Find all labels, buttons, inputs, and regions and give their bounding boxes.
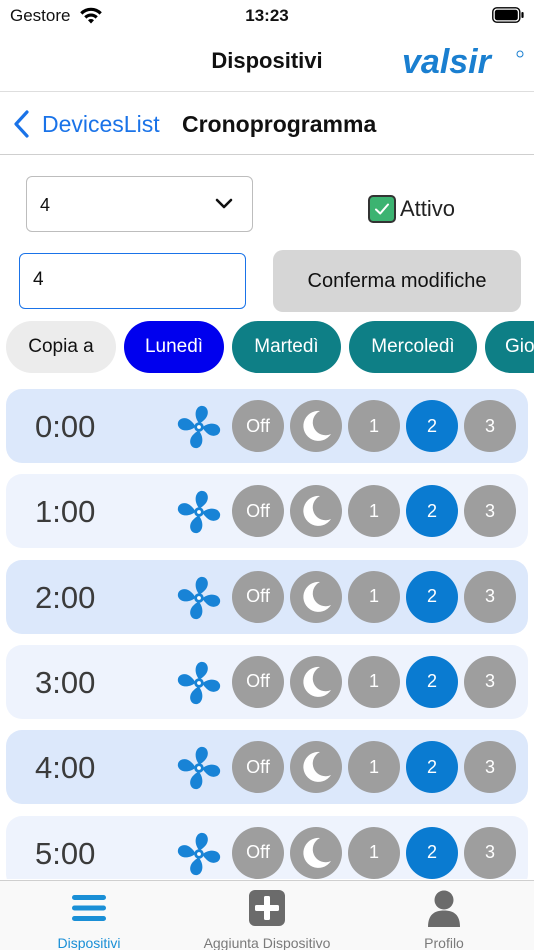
schedule-row: 4:00 Off 1 2 3 [6, 730, 528, 805]
speed-2-button[interactable]: 2 [406, 655, 458, 708]
fan-icon [177, 405, 221, 449]
chevron-left-icon [14, 110, 29, 138]
moon-icon [303, 581, 331, 612]
checkbox-checked-icon [368, 195, 396, 223]
title-bar: Dispositivi valsir [0, 32, 534, 92]
speed-1-button[interactable]: 1 [348, 826, 400, 879]
speed-3-button[interactable]: 3 [464, 570, 516, 623]
speed-3-button[interactable]: 3 [464, 741, 516, 794]
day-tab-monday[interactable]: Lunedì [124, 321, 224, 373]
moon-icon [303, 666, 331, 697]
hour-label: 3:00 [35, 664, 96, 700]
fan-icon [177, 832, 221, 875]
tab-add-device-label: Aggiunta Dispositivo [203, 935, 331, 950]
day-tab-wednesday[interactable]: Mercoledì [349, 321, 477, 373]
tab-devices-label: Dispositivi [57, 935, 121, 950]
speed-3-button[interactable]: 3 [464, 400, 516, 452]
hour-label: 2:00 [35, 579, 96, 615]
off-button[interactable]: Off [232, 570, 284, 623]
tab-profile-label: Profilo [424, 935, 464, 950]
user-icon [428, 890, 460, 927]
fan-icon [177, 576, 221, 619]
active-label: Attivo [400, 196, 456, 221]
speed-3-button[interactable]: 3 [464, 655, 516, 708]
value-input-text: 4 [33, 269, 44, 290]
day-tab-thursday[interactable]: Gio [485, 321, 534, 373]
hour-label: 4:00 [35, 750, 96, 786]
moon-icon [303, 496, 331, 527]
night-mode-button[interactable] [290, 655, 342, 708]
breadcrumb: DevicesList Cronoprogramma [0, 93, 534, 155]
moon-icon [303, 410, 331, 441]
off-button[interactable]: Off [232, 485, 284, 538]
night-mode-button[interactable] [290, 826, 342, 879]
off-button[interactable]: Off [232, 655, 284, 708]
chevron-down-icon [215, 198, 233, 209]
speed-1-button[interactable]: 1 [348, 485, 400, 538]
speed-1-button[interactable]: 1 [348, 741, 400, 794]
speed-2-button[interactable]: 2 [406, 400, 458, 452]
device-select-value: 4 [40, 195, 51, 215]
schedule-row: 2:00 Off 1 2 3 [6, 559, 528, 634]
night-mode-button[interactable] [290, 570, 342, 623]
hour-label: 0:00 [35, 409, 96, 444]
fan-icon [177, 747, 221, 790]
schedule-row: 0:00 Off 1 2 3 [6, 389, 528, 463]
logo-text: valsir [402, 43, 493, 81]
status-time: 13:23 [245, 6, 289, 25]
speed-2-button[interactable]: 2 [406, 570, 458, 623]
speed-1-button[interactable]: 1 [348, 400, 400, 452]
plus-square-icon [249, 890, 285, 926]
day-tab-tuesday[interactable]: Martedì [232, 321, 341, 373]
tab-devices[interactable]: Dispositivi [36, 881, 142, 950]
valsir-logo: valsir [402, 43, 524, 81]
device-select[interactable]: 4 [26, 176, 253, 232]
menu-icon [72, 895, 106, 921]
tab-add-device[interactable]: Aggiunta Dispositivo [192, 881, 342, 950]
schedule-row: 5:00 Off 1 2 3 [6, 815, 528, 879]
battery-icon [492, 7, 524, 23]
tab-bar: Dispositivi Aggiunta Dispositivo Profilo [0, 880, 534, 950]
schedule-list: 0:00 Off 1 2 3 1:00 Off 1 2 3 2:00 Off 1 2 3 3:00 Off 1 2 3… [0, 389, 534, 879]
off-button[interactable]: Off [232, 826, 284, 879]
copy-to-button[interactable]: Copia a [6, 321, 116, 373]
back-label: DevicesList [42, 110, 160, 137]
moon-icon [303, 752, 331, 783]
back-button[interactable]: DevicesList [12, 109, 160, 139]
speed-1-button[interactable]: 1 [348, 655, 400, 708]
status-bar: Gestore 13:23 [0, 0, 534, 32]
off-button[interactable]: Off [232, 400, 284, 452]
fan-icon [177, 491, 221, 534]
section-title: Cronoprogramma [182, 111, 377, 137]
confirm-changes-button[interactable]: Conferma modifiche [273, 250, 521, 312]
speed-2-button[interactable]: 2 [406, 826, 458, 879]
hour-label: 1:00 [35, 494, 96, 530]
hour-label: 5:00 [35, 835, 96, 871]
value-input[interactable]: 4 [19, 253, 246, 309]
moon-icon [303, 837, 331, 868]
speed-1-button[interactable]: 1 [348, 570, 400, 623]
speed-3-button[interactable]: 3 [464, 485, 516, 538]
speed-2-button[interactable]: 2 [406, 485, 458, 538]
night-mode-button[interactable] [290, 485, 342, 538]
speed-3-button[interactable]: 3 [464, 826, 516, 879]
day-selector: Copia a Lunedì Martedì Mercoledì Gio [0, 321, 534, 373]
off-button[interactable]: Off [232, 741, 284, 794]
active-checkbox[interactable]: Attivo [368, 195, 455, 223]
fan-icon [177, 661, 221, 705]
schedule-row: 1:00 Off 1 2 3 [6, 474, 528, 549]
schedule-row: 3:00 Off 1 2 3 [6, 644, 528, 719]
tab-profile[interactable]: Profilo [404, 881, 484, 950]
speed-2-button[interactable]: 2 [406, 741, 458, 794]
night-mode-button[interactable] [290, 741, 342, 794]
night-mode-button[interactable] [290, 400, 342, 452]
